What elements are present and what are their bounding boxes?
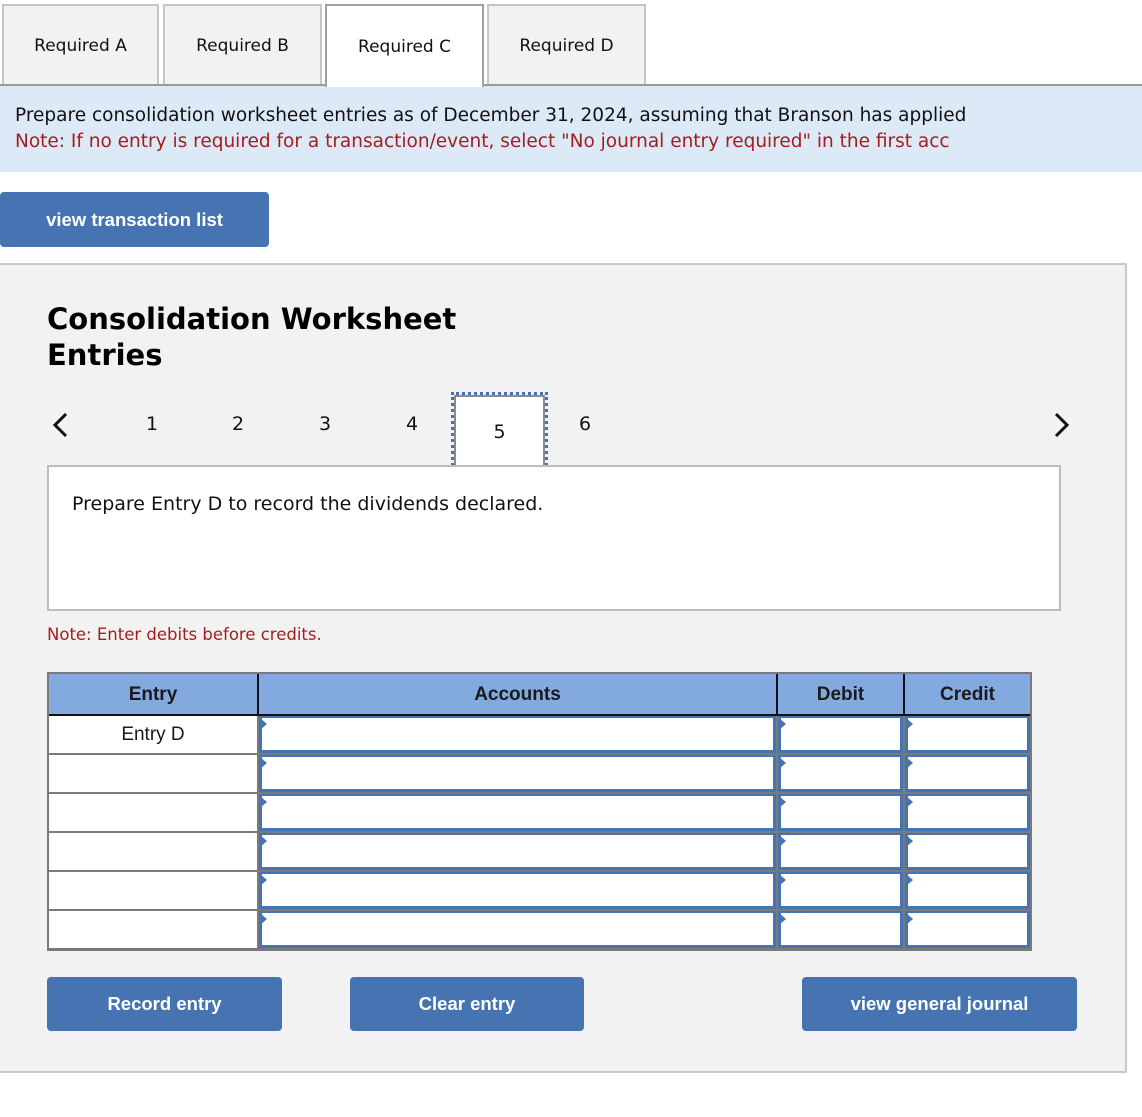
entry-cell <box>49 755 257 792</box>
table-row <box>49 794 1030 831</box>
account-select[interactable] <box>259 794 776 831</box>
debit-input[interactable] <box>778 833 903 870</box>
credit-input[interactable] <box>905 755 1030 792</box>
credit-input[interactable] <box>905 872 1030 909</box>
panel-title: Consolidation Worksheet Entries <box>47 302 457 372</box>
header-credit: Credit <box>905 674 1030 715</box>
credit-input[interactable] <box>905 794 1030 831</box>
credit-input[interactable] <box>905 911 1030 948</box>
view-general-journal-button[interactable]: view general journal <box>802 977 1077 1031</box>
header-accounts: Accounts <box>259 674 776 715</box>
chevron-left-icon[interactable] <box>46 407 76 443</box>
view-transaction-list-button[interactable]: view transaction list <box>0 192 269 247</box>
tab-required-d[interactable]: Required D <box>487 4 646 85</box>
page-3[interactable]: 3 <box>305 398 345 450</box>
credit-input[interactable] <box>905 716 1030 753</box>
table-row <box>49 833 1030 870</box>
record-entry-button[interactable]: Record entry <box>47 977 282 1031</box>
table-row <box>49 872 1030 909</box>
instruction-note: Note: If no entry is required for a tran… <box>15 131 950 152</box>
entry-cell <box>49 911 257 948</box>
debit-input[interactable] <box>778 794 903 831</box>
journal-entry-table: Entry Accounts Debit Credit Entry D <box>47 672 1032 951</box>
instruction-text: Prepare consolidation worksheet entries … <box>15 105 967 126</box>
tab-required-c[interactable]: Required C <box>325 4 484 87</box>
header-divider <box>257 674 259 715</box>
chevron-right-icon[interactable] <box>1046 407 1076 443</box>
entry-cell <box>49 872 257 909</box>
worksheet-panel: Consolidation Worksheet Entries 1 2 3 4 … <box>0 263 1127 1073</box>
table-row <box>49 755 1030 792</box>
entry-cell <box>49 794 257 831</box>
account-select[interactable] <box>259 833 776 870</box>
header-divider <box>776 674 778 715</box>
header-entry: Entry <box>49 674 257 715</box>
page-1[interactable]: 1 <box>132 398 172 450</box>
debit-input[interactable] <box>778 755 903 792</box>
entry-prompt: Prepare Entry D to record the dividends … <box>47 465 1061 611</box>
instruction-banner: Prepare consolidation worksheet entries … <box>0 86 1142 172</box>
debit-input[interactable] <box>778 872 903 909</box>
credit-input[interactable] <box>905 833 1030 870</box>
header-divider <box>903 674 905 715</box>
page-2[interactable]: 2 <box>218 398 258 450</box>
entry-cell: Entry D <box>49 716 257 753</box>
requirement-tabs: Required A Required B Required C Require… <box>0 4 1142 87</box>
account-select[interactable] <box>259 911 776 948</box>
page-6[interactable]: 6 <box>565 398 605 450</box>
table-row <box>49 911 1030 948</box>
entry-prompt-text: Prepare Entry D to record the dividends … <box>72 493 544 515</box>
clear-entry-button[interactable]: Clear entry <box>350 977 584 1031</box>
tab-required-b[interactable]: Required B <box>163 4 322 85</box>
account-select[interactable] <box>259 716 776 753</box>
entry-cell <box>49 833 257 870</box>
table-row: Entry D <box>49 716 1030 753</box>
debit-input[interactable] <box>778 911 903 948</box>
debit-input[interactable] <box>778 716 903 753</box>
header-debit: Debit <box>778 674 903 715</box>
account-select[interactable] <box>259 755 776 792</box>
tab-required-a[interactable]: Required A <box>2 4 159 85</box>
debits-note: Note: Enter debits before credits. <box>47 625 322 644</box>
page-4[interactable]: 4 <box>392 398 432 450</box>
account-select[interactable] <box>259 872 776 909</box>
page-5-current[interactable]: 5 <box>451 392 548 472</box>
